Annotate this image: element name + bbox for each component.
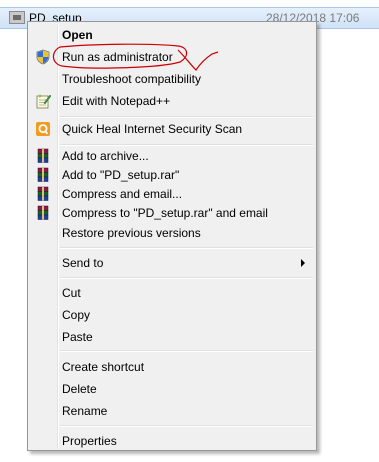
menu-item-label: Paste	[62, 330, 93, 344]
menu-item-label: Delete	[62, 382, 97, 396]
menu-item-label: Edit with Notepad++	[62, 94, 171, 108]
menu-item-compress-rar-and-email[interactable]: Compress to "PD_setup.rar" and email	[30, 202, 314, 224]
menu-item-troubleshoot-compatibility[interactable]: Troubleshoot compatibility	[30, 68, 314, 90]
menu-item-label: Restore previous versions	[62, 226, 201, 240]
menu-item-label: Quick Heal Internet Security Scan	[62, 122, 243, 136]
winrar-icon	[35, 167, 51, 183]
menu-item-cut[interactable]: Cut	[30, 282, 314, 304]
context-menu: Open Run as administrator Troubleshoot c…	[27, 21, 317, 451]
notepad-icon	[35, 93, 52, 109]
menu-separator	[60, 350, 313, 352]
menu-item-label: Troubleshoot compatibility	[62, 72, 201, 86]
menu-item-properties[interactable]: Properties	[30, 430, 314, 452]
submenu-arrow-icon	[301, 259, 305, 267]
application-icon	[9, 11, 25, 24]
menu-item-restore-previous-versions[interactable]: Restore previous versions	[30, 222, 314, 244]
menu-item-label: Cut	[62, 286, 81, 300]
menu-item-create-shortcut[interactable]: Create shortcut	[30, 356, 314, 378]
menu-item-rename[interactable]: Rename	[30, 400, 314, 422]
menu-item-label: Send to	[62, 256, 104, 270]
menu-item-label: Compress to "PD_setup.rar" and email	[62, 206, 268, 220]
menu-item-delete[interactable]: Delete	[30, 378, 314, 400]
menu-item-label: Copy	[62, 308, 91, 322]
quickheal-icon	[35, 121, 51, 137]
menu-item-quick-heal-scan[interactable]: Quick Heal Internet Security Scan	[30, 118, 314, 140]
menu-separator	[60, 277, 313, 279]
menu-item-label: Properties	[62, 434, 117, 448]
menu-item-label: Create shortcut	[62, 360, 145, 374]
menu-separator	[60, 425, 313, 427]
menu-item-copy[interactable]: Copy	[30, 304, 314, 326]
winrar-icon	[35, 186, 51, 202]
menu-item-paste[interactable]: Paste	[30, 326, 314, 348]
menu-item-edit-with-notepad[interactable]: Edit with Notepad++	[30, 90, 314, 112]
winrar-icon	[35, 148, 51, 164]
menu-item-run-as-administrator[interactable]: Run as administrator	[30, 46, 314, 68]
menu-item-label: Open	[62, 28, 93, 42]
menu-item-label: Run as administrator	[62, 50, 173, 64]
menu-item-open[interactable]: Open	[30, 24, 314, 46]
menu-separator	[60, 247, 313, 249]
winrar-icon	[35, 205, 51, 221]
shield-icon	[35, 49, 51, 65]
menu-item-label: Rename	[62, 404, 108, 418]
menu-item-send-to[interactable]: Send to	[30, 252, 314, 274]
